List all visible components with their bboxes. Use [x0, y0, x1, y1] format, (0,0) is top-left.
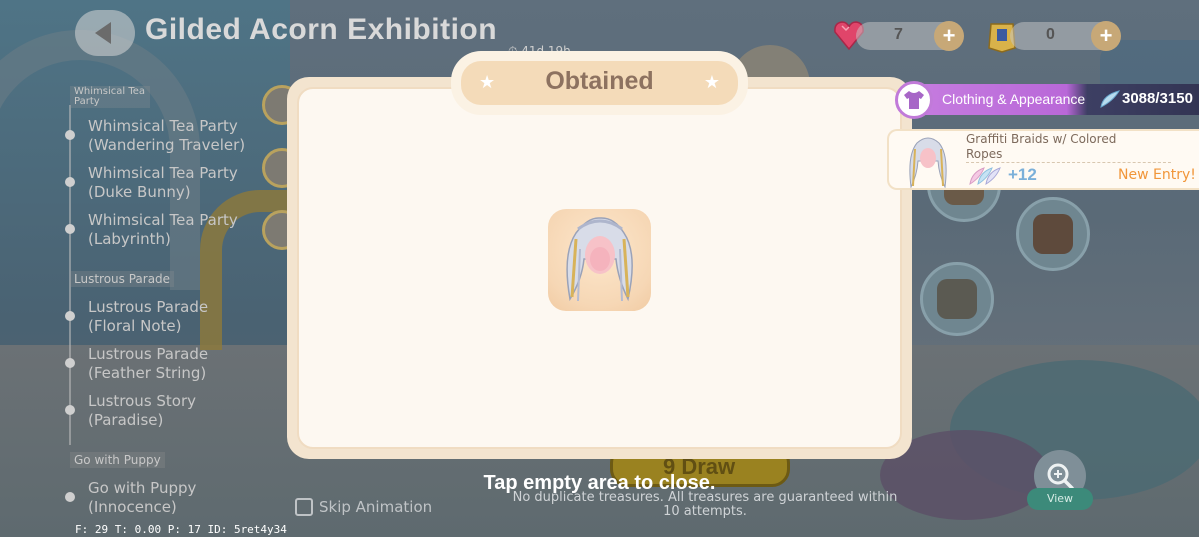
sidebar-item[interactable]: Whimsical Tea Party (Labyrinth) [88, 211, 258, 249]
sidebar-item[interactable]: Whimsical Tea Party (Duke Bunny) [88, 164, 258, 202]
timeline-dot [65, 177, 75, 187]
new-entry-badge: New Entry! [1118, 167, 1196, 183]
entry-divider [966, 162, 1171, 163]
obtained-banner: ★ Obtained ★ [455, 55, 744, 111]
timeline-dot [65, 311, 75, 321]
debug-overlay: F: 29 T: 0.00 P: 17 ID: 5ret4y34 [75, 523, 287, 536]
timeline-dot [65, 358, 75, 368]
back-button[interactable] [75, 10, 135, 56]
sidebar-item[interactable]: Whimsical Tea Party (Wandering Traveler) [88, 117, 258, 155]
gem-counter: 7 + [856, 21, 964, 51]
entry-name: Graffiti Braids w/ Colored Ropes [966, 132, 1117, 161]
star-icon: ★ [703, 72, 720, 93]
guarantee-note: No duplicate treasures. All treasures ar… [512, 490, 898, 519]
ticket-counter: 0 + [1010, 21, 1121, 51]
entry-thumbnail-icon [909, 137, 947, 188]
obtained-item-card[interactable] [548, 209, 651, 311]
collection-node[interactable] [920, 262, 994, 336]
sidebar-section-header: Go with Puppy [70, 452, 165, 468]
obtained-title: Obtained [545, 67, 654, 95]
collection-node[interactable] [1016, 197, 1090, 271]
view-button-label: View [1027, 488, 1093, 510]
skip-animation-checkbox[interactable] [295, 498, 313, 516]
ticket-count: 0 [1046, 26, 1055, 43]
graffiti-braids-hair-icon [566, 217, 633, 302]
sidebar-item[interactable]: Lustrous Story (Paradise) [88, 392, 258, 430]
sidebar-item[interactable]: Lustrous Parade (Feather String) [88, 345, 258, 383]
sidebar-section-header: Lustrous Parade [70, 271, 175, 287]
timeline-dot [65, 224, 75, 234]
category-label: Clothing & Appearance [942, 91, 1086, 107]
clothing-icon [895, 81, 933, 119]
entry-points: +12 [1008, 165, 1037, 184]
sidebar-item[interactable]: Lustrous Parade (Floral Note) [88, 298, 258, 336]
feather-points-icon [969, 167, 1001, 185]
add-gems-button[interactable]: + [934, 21, 964, 51]
back-arrow-icon [95, 22, 111, 44]
collection-count: 3088/3150 [1122, 90, 1193, 107]
add-tickets-button[interactable]: + [1091, 21, 1121, 51]
skip-animation-label: Skip Animation [319, 498, 433, 516]
page-title: Gilded Acorn Exhibition [145, 13, 498, 46]
skip-animation-toggle[interactable]: Skip Animation [295, 498, 432, 516]
sidebar-section-header: Whimsical Tea Party [70, 86, 150, 108]
view-button[interactable]: View [1027, 450, 1093, 510]
timeline-dot [65, 405, 75, 415]
gem-count: 7 [894, 26, 903, 43]
feather-icon [1100, 90, 1121, 108]
timeline-dot [65, 130, 75, 140]
